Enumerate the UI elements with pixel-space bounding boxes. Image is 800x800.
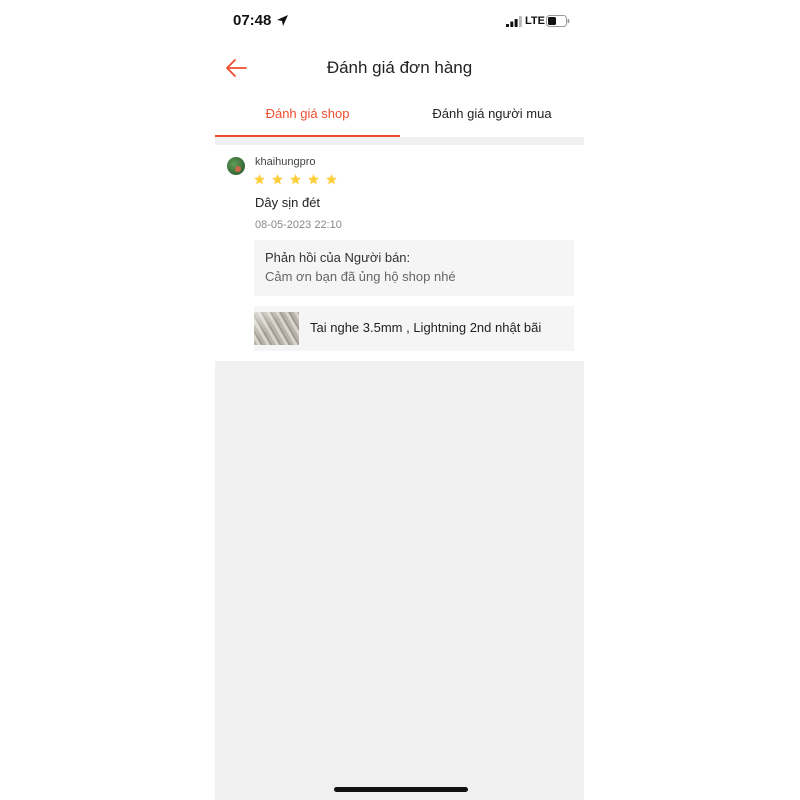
section-divider xyxy=(215,137,584,145)
review-comment: Dây sịn đét xyxy=(255,195,321,210)
tab-bar: Đánh giá shop Đánh giá người mua xyxy=(215,94,584,137)
tab-buyer-reviews[interactable]: Đánh giá người mua xyxy=(400,94,584,137)
star-icon xyxy=(325,174,337,185)
review-card: khaihungpro Dây sịn đét 08-05-2023 22:10… xyxy=(215,145,584,361)
status-time: 07:48 xyxy=(233,12,272,29)
network-type: LTE xyxy=(525,15,545,27)
seller-reply: Phản hồi của Người bán: Cảm ơn bạn đã ủn… xyxy=(254,240,574,296)
phone-screen: 07:48 LTE Đánh giá đơn hàng Đánh giá sho… xyxy=(215,0,584,800)
navigation-bar: Đánh giá đơn hàng xyxy=(215,44,584,94)
page-title: Đánh giá đơn hàng xyxy=(326,58,473,77)
battery-icon xyxy=(546,15,570,27)
review-date: 08-05-2023 22:10 xyxy=(255,219,342,231)
reviewer-username: khaihungpro xyxy=(255,156,316,168)
location-arrow-icon xyxy=(277,15,288,26)
product-name: Tai nghe 3.5mm , Lightning 2nd nhật bãi xyxy=(310,320,542,335)
star-icon xyxy=(307,174,319,185)
home-indicator[interactable] xyxy=(334,787,468,792)
seller-reply-text: Cảm ơn bạn đã ủng hộ shop nhé xyxy=(265,269,456,284)
empty-area xyxy=(215,361,584,800)
star-icon xyxy=(289,174,301,185)
star-icon xyxy=(254,174,265,185)
signal-icon xyxy=(506,16,522,27)
seller-reply-title: Phản hồi của Người bán: xyxy=(265,250,411,265)
star-rating xyxy=(253,173,338,187)
product-thumbnail xyxy=(254,312,299,345)
avatar[interactable] xyxy=(227,157,245,175)
star-icon xyxy=(272,174,283,185)
status-bar: 07:48 LTE xyxy=(215,0,584,44)
reviewed-product[interactable]: Tai nghe 3.5mm , Lightning 2nd nhật bãi xyxy=(254,306,574,351)
tab-shop-reviews[interactable]: Đánh giá shop xyxy=(215,94,400,137)
